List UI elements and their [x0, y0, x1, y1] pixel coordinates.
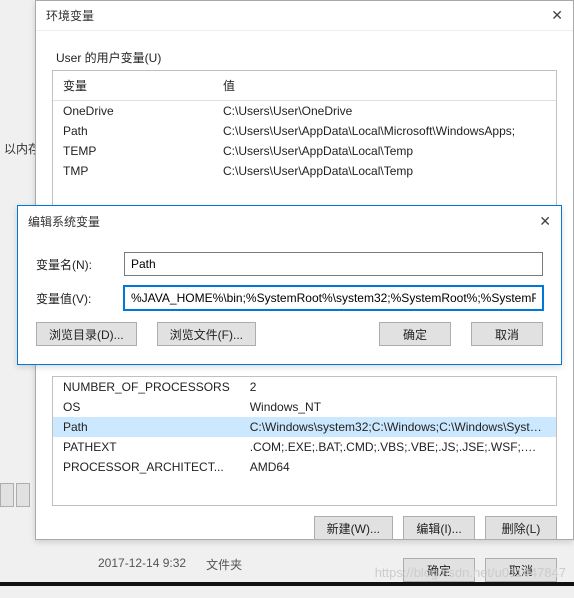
- titlebar: 环境变量 ✕: [36, 1, 573, 31]
- cell-val: C:\Users\User\AppData\Local\Temp: [213, 161, 556, 181]
- user-vars-table[interactable]: 变量 值 OneDriveC:\Users\User\OneDrivePathC…: [52, 70, 557, 224]
- cell-val: C:\Users\User\AppData\Local\Temp: [213, 141, 556, 161]
- cell-var: TMP: [53, 161, 213, 181]
- cell-val: AMD64: [240, 457, 556, 477]
- delete-button[interactable]: 删除(L): [485, 516, 557, 540]
- footer-date: 2017-12-14 9:32: [98, 556, 186, 573]
- bottom-bar: [0, 582, 574, 586]
- background-buttons: [0, 483, 30, 507]
- table-row[interactable]: PathC:\Windows\system32;C:\Windows;C:\Wi…: [53, 417, 556, 437]
- cell-val: 2: [240, 377, 556, 397]
- variable-name-input[interactable]: [124, 252, 543, 276]
- system-vars-buttons: 新建(W)... 编辑(I)... 删除(L): [52, 516, 557, 540]
- cell-var: NUMBER_OF_PROCESSORS: [53, 377, 240, 397]
- browse-directory-button[interactable]: 浏览目录(D)...: [36, 322, 137, 346]
- table-row[interactable]: NUMBER_OF_PROCESSORS2: [53, 377, 556, 397]
- browse-file-button[interactable]: 浏览文件(F)...: [157, 322, 256, 346]
- table-row[interactable]: PATHEXT.COM;.EXE;.BAT;.CMD;.VBS;.VBE;.JS…: [53, 437, 556, 457]
- table-row[interactable]: TEMPC:\Users\User\AppData\Local\Temp: [53, 141, 556, 161]
- footer-info: 2017-12-14 9:32 文件夹: [98, 556, 242, 573]
- cancel-button[interactable]: 取消: [471, 322, 543, 346]
- cell-var: OS: [53, 397, 240, 417]
- table-row[interactable]: TMPC:\Users\User\AppData\Local\Temp: [53, 161, 556, 181]
- footer-type: 文件夹: [206, 556, 242, 573]
- edit-system-variable-dialog: 编辑系统变量 ✕ 变量名(N): 变量值(V): 浏览目录(D)... 浏览文件…: [17, 205, 562, 365]
- close-icon[interactable]: ✕: [521, 213, 551, 230]
- cell-var: PATHEXT: [53, 437, 240, 457]
- edit-button[interactable]: 编辑(I)...: [403, 516, 475, 540]
- cell-val: Windows_NT: [240, 397, 556, 417]
- bg-btn: [0, 483, 14, 507]
- cell-var: OneDrive: [53, 101, 213, 122]
- cell-var: TEMP: [53, 141, 213, 161]
- table-row[interactable]: PathC:\Users\User\AppData\Local\Microsof…: [53, 121, 556, 141]
- close-icon[interactable]: ✕: [533, 7, 563, 24]
- system-vars-table[interactable]: NUMBER_OF_PROCESSORS2OSWindows_NTPathC:\…: [52, 376, 557, 506]
- user-vars-label: User 的用户变量(U): [56, 49, 557, 66]
- variable-value-input[interactable]: [124, 286, 543, 310]
- col-variable[interactable]: 变量: [53, 71, 213, 101]
- watermark: https://blog.csdn.net/u011447847: [375, 565, 566, 580]
- titlebar: 编辑系统变量 ✕: [18, 206, 561, 236]
- col-value[interactable]: 值: [213, 71, 556, 101]
- dialog-title: 编辑系统变量: [28, 213, 100, 230]
- bg-btn: [16, 483, 30, 507]
- variable-name-label: 变量名(N):: [36, 256, 110, 273]
- ok-button[interactable]: 确定: [379, 322, 451, 346]
- cell-var: Path: [53, 417, 240, 437]
- table-row[interactable]: OSWindows_NT: [53, 397, 556, 417]
- cell-var: PROCESSOR_ARCHITECT...: [53, 457, 240, 477]
- new-button[interactable]: 新建(W)...: [314, 516, 393, 540]
- cell-var: Path: [53, 121, 213, 141]
- table-row[interactable]: OneDriveC:\Users\User\OneDrive: [53, 101, 556, 122]
- variable-value-label: 变量值(V):: [36, 290, 110, 307]
- dialog-title: 环境变量: [46, 7, 94, 24]
- cell-val: C:\Users\User\AppData\Local\Microsoft\Wi…: [213, 121, 556, 141]
- cell-val: .COM;.EXE;.BAT;.CMD;.VBS;.VBE;.JS;.JSE;.…: [240, 437, 556, 457]
- table-row[interactable]: PROCESSOR_ARCHITECT...AMD64: [53, 457, 556, 477]
- cell-val: C:\Users\User\OneDrive: [213, 101, 556, 122]
- cell-val: C:\Windows\system32;C:\Windows;C:\Window…: [240, 417, 556, 437]
